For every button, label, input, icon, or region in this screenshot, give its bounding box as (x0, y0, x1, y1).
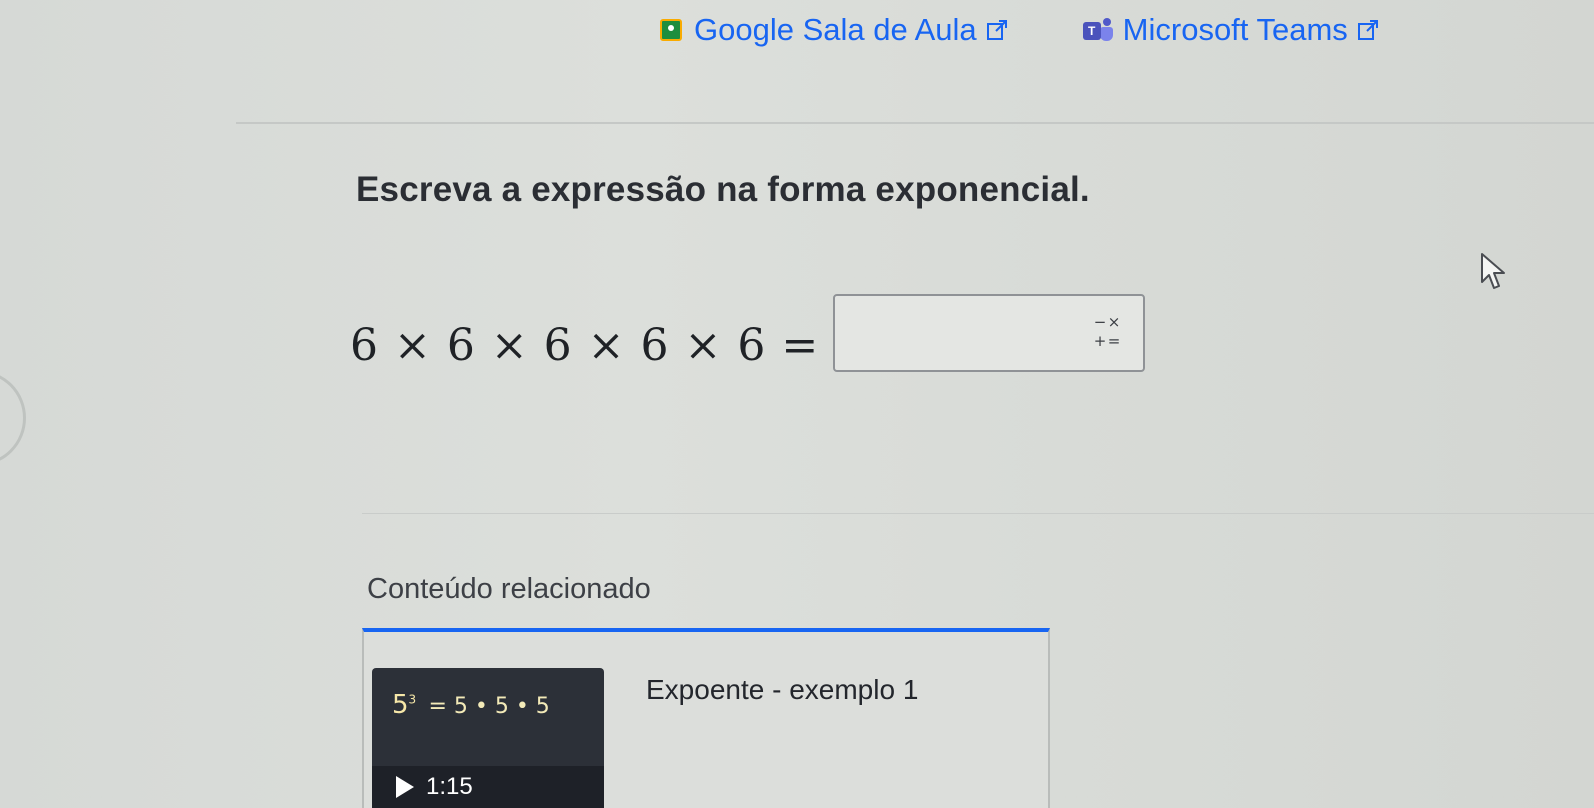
mouse-cursor-icon (1481, 253, 1505, 289)
math-keypad-icon[interactable]: − × + = (1093, 314, 1121, 352)
video-thumbnail[interactable]: 53 = 5 • 5 • 5 1:15 (372, 668, 604, 808)
top-divider (236, 122, 1594, 124)
keypad-minus: − (1093, 313, 1107, 331)
related-video-card[interactable]: 53 = 5 • 5 • 5 1:15 Expoente - exemplo 1 (362, 628, 1050, 808)
external-link-icon (1357, 20, 1378, 40)
answer-input[interactable] (835, 296, 1065, 370)
decorative-circle (0, 370, 26, 466)
answer-box[interactable]: − × + = (833, 294, 1145, 372)
microsoft-teams-label: Microsoft Teams (1122, 12, 1348, 47)
microsoft-teams-link[interactable]: T Microsoft Teams (1082, 12, 1378, 48)
google-classroom-link[interactable]: Google Sala de Aula (660, 12, 1007, 48)
thumb-exponent: 3 (408, 692, 417, 707)
play-icon[interactable] (396, 776, 414, 798)
thumbnail-math: 53 = 5 • 5 • 5 (392, 690, 550, 720)
google-classroom-icon (660, 19, 682, 41)
video-title[interactable]: Expoente - exemplo 1 (646, 674, 918, 706)
question-prompt: Escreva a expressão na forma exponencial… (356, 170, 1090, 209)
keypad-equals: = (1107, 332, 1121, 350)
external-link-icon (986, 20, 1007, 40)
related-content-heading: Conteúdo relacionado (367, 573, 651, 605)
microsoft-teams-icon: T (1082, 18, 1113, 42)
thumb-rest: = 5 • 5 • 5 (428, 694, 550, 719)
share-links: Google Sala de Aula T Microsoft Teams (660, 12, 1378, 48)
video-play-bar[interactable]: 1:15 (372, 766, 604, 808)
math-expression: 6 × 6 × 6 × 6 × 6 = (350, 320, 820, 371)
keypad-plus: + (1093, 332, 1107, 350)
section-divider (362, 513, 1594, 514)
thumb-base: 5 (392, 690, 409, 720)
keypad-times: × (1107, 313, 1121, 331)
google-classroom-label: Google Sala de Aula (694, 12, 977, 47)
